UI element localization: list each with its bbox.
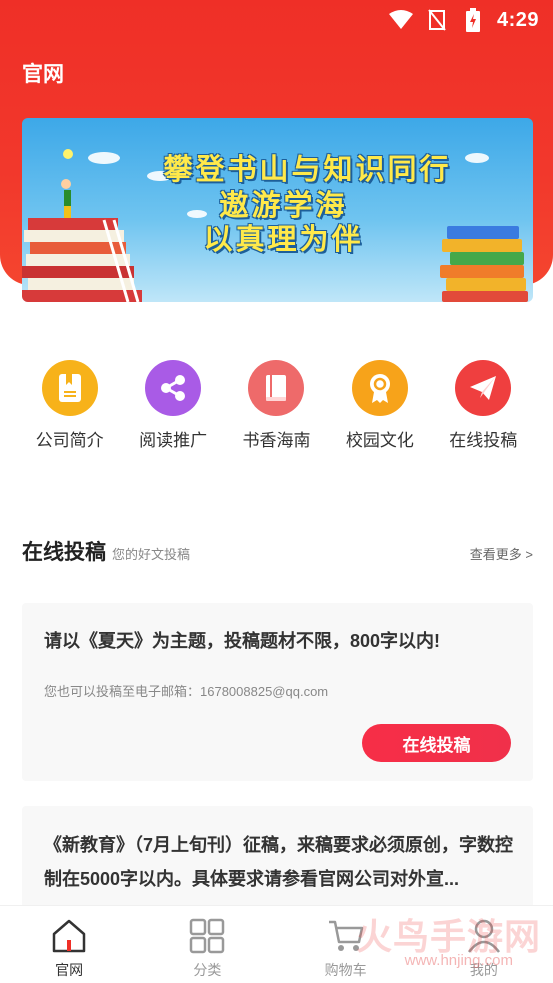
quick-label: 校园文化: [345, 431, 414, 450]
tab-label: 购物车: [324, 962, 367, 978]
quick-item-online-submission[interactable]: 在线投稿: [433, 360, 533, 460]
view-more-link[interactable]: 查看更多 >: [470, 544, 533, 563]
card-description: 您也可以投稿至电子邮箱：1678008825@qq.com: [44, 684, 329, 699]
no-signal-icon: [425, 8, 449, 32]
quick-label: 在线投稿: [449, 431, 518, 450]
online-submit-button[interactable]: 在线投稿: [362, 724, 511, 762]
quick-item-reading-promotion[interactable]: 阅读推广: [123, 360, 223, 460]
page-title: 官网: [22, 63, 64, 86]
section-subtitle: 您的好文投稿: [112, 547, 191, 562]
banner[interactable]: 攀登书山与知识同行 遨游学海 以真理为伴: [22, 118, 533, 302]
tab-label: 官网: [55, 962, 84, 978]
quick-menu: 公司简介 阅读推广 书香海南 校园文化 在线投稿: [0, 360, 553, 460]
watermark-url: www.hnjing.com: [404, 952, 513, 969]
quick-label: 阅读推广: [139, 431, 208, 450]
submission-card[interactable]: 《新教育》（7月上旬刊）征稿，来稿要求必须原创，字数控制在5000字以内。具体要…: [22, 806, 533, 916]
quick-item-book-hainan[interactable]: 书香海南: [226, 360, 326, 460]
tab-home[interactable]: 官网: [0, 906, 138, 983]
status-time: 4:29: [496, 8, 539, 31]
tab-category[interactable]: 分类: [138, 906, 276, 983]
quick-label: 书香海南: [242, 431, 311, 450]
battery-charging-icon: [461, 8, 485, 32]
quick-label: 公司简介: [35, 431, 104, 450]
card-title: 请以《夏天》为主题，投稿题材不限，800字以内!: [44, 631, 441, 651]
book-icon: [248, 360, 305, 416]
section-title: 在线投稿: [22, 541, 106, 564]
share-icon: [145, 360, 202, 416]
grid-icon: [187, 916, 227, 956]
banner-line-3: 以真理为伴: [203, 222, 364, 256]
paper-plane-icon: [455, 360, 512, 416]
card-text: 《新教育》（7月上旬刊）征稿，来稿要求必须原创，字数控制在5000字以内。具体要…: [44, 835, 514, 889]
quick-item-campus-culture[interactable]: 校园文化: [330, 360, 430, 460]
medal-icon: [351, 360, 408, 416]
home-icon: [49, 916, 89, 956]
submission-card[interactable]: 请以《夏天》为主题，投稿题材不限，800字以内! 您也可以投稿至电子邮箱：167…: [22, 603, 533, 781]
bookmark-icon: [41, 360, 98, 416]
wifi-icon: [388, 8, 413, 32]
tab-label: 分类: [193, 962, 222, 978]
section-header: 在线投稿 您的好文投稿 查看更多 >: [22, 536, 533, 566]
status-bar: 4:29: [0, 0, 553, 40]
quick-item-company-intro[interactable]: 公司简介: [20, 360, 120, 460]
